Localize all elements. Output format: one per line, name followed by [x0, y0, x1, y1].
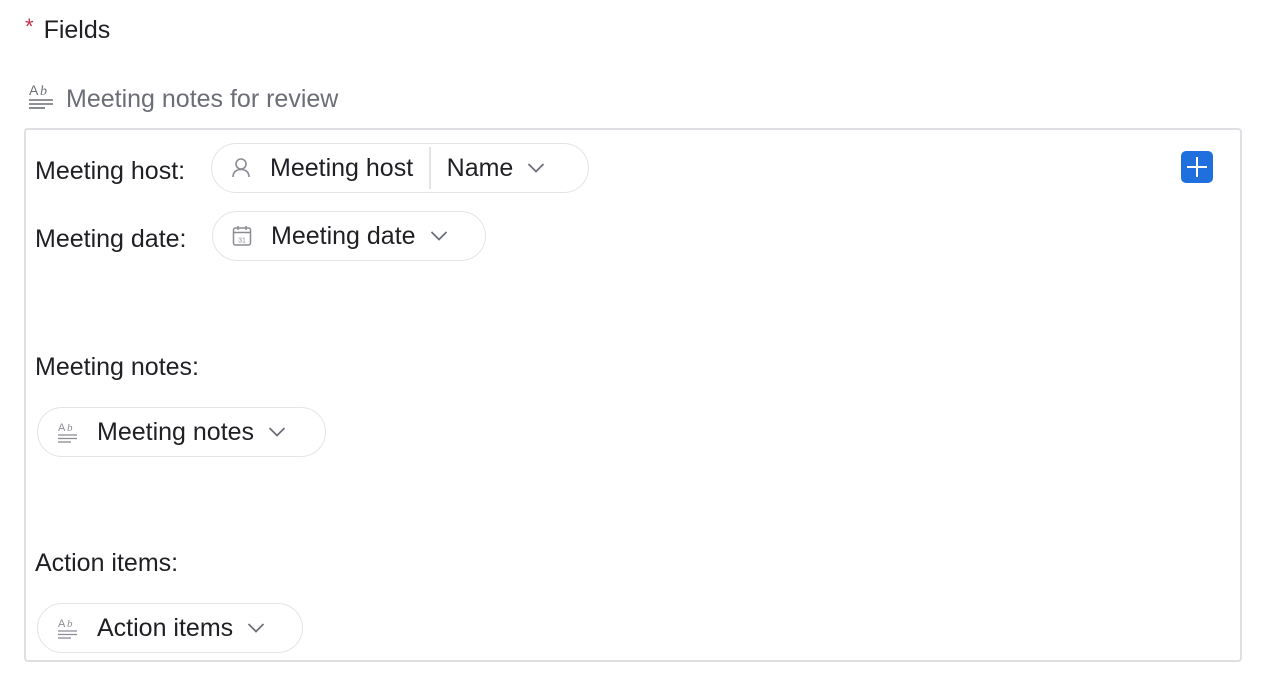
- meeting-host-property[interactable]: Name: [447, 154, 514, 183]
- svg-text:b: b: [40, 84, 47, 99]
- action-items-chip[interactable]: A b Action items: [37, 603, 303, 653]
- svg-text:A: A: [58, 422, 66, 434]
- chip-divider: [429, 147, 431, 189]
- fields-panel: * Fields A b Meeting notes for review Me…: [0, 0, 1268, 678]
- meeting-host-chip-label: Meeting host: [270, 153, 414, 182]
- meeting-date-chip[interactable]: 31 Meeting date: [212, 211, 486, 261]
- meeting-notes-chip[interactable]: A b Meeting notes: [37, 407, 326, 457]
- meeting-notes-chip-label: Meeting notes: [97, 417, 255, 446]
- section-header: * Fields: [25, 12, 110, 48]
- field-label-text: Meeting notes for review: [66, 84, 339, 113]
- calendar-icon: 31: [231, 225, 253, 247]
- template-editor[interactable]: Meeting host: Meeting host Name Meeting …: [24, 128, 1242, 662]
- required-asterisk: *: [25, 14, 34, 39]
- svg-text:A: A: [29, 82, 39, 98]
- chevron-down-icon[interactable]: [247, 622, 265, 634]
- chevron-down-icon[interactable]: [430, 230, 448, 242]
- chevron-down-icon[interactable]: [268, 426, 286, 438]
- chevron-down-icon[interactable]: [527, 162, 545, 174]
- field-label: A b Meeting notes for review: [28, 80, 338, 118]
- svg-text:A: A: [58, 618, 66, 630]
- section-title: Fields: [43, 15, 111, 44]
- text-field-icon: A b: [57, 421, 79, 443]
- svg-text:b: b: [67, 422, 73, 434]
- text-field-icon: A b: [57, 617, 79, 639]
- action-items-label: Action items:: [35, 549, 179, 577]
- meeting-host-chip[interactable]: Meeting host Name: [211, 143, 589, 193]
- text-field-icon: A b: [28, 82, 54, 117]
- plus-icon: [1186, 156, 1208, 178]
- meeting-date-label: Meeting date:: [35, 225, 187, 253]
- meeting-date-chip-label: Meeting date: [271, 221, 416, 250]
- calendar-day-text: 31: [238, 238, 246, 245]
- person-icon: [230, 157, 252, 179]
- add-variable-button[interactable]: [1181, 151, 1213, 183]
- svg-text:b: b: [67, 618, 73, 630]
- meeting-notes-label: Meeting notes:: [35, 353, 199, 381]
- meeting-host-label: Meeting host:: [35, 157, 186, 185]
- action-items-chip-label: Action items: [97, 613, 234, 642]
